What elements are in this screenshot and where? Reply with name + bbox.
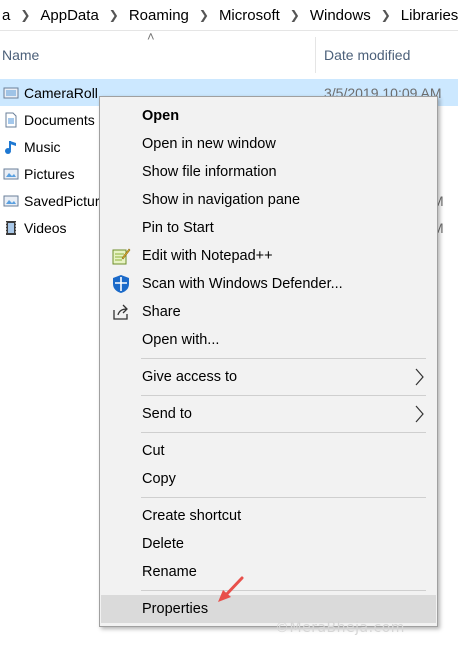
breadcrumb-item[interactable]: Microsoft xyxy=(217,7,282,24)
menu-item-label: Cut xyxy=(142,443,165,459)
breadcrumb-item[interactable]: Libraries xyxy=(399,7,458,24)
watermark: ©MeraBheja.com xyxy=(275,620,405,636)
breadcrumb: a ❯ AppData ❯ Roaming ❯ Microsoft ❯ Wind… xyxy=(0,0,458,31)
menu-item-send-to[interactable]: Send to xyxy=(101,400,436,428)
menu-item-label: Pin to Start xyxy=(142,220,214,236)
column-divider[interactable] xyxy=(315,37,316,73)
menu-item-label: Open with... xyxy=(142,332,220,348)
menu-item-properties[interactable]: Properties xyxy=(101,595,436,623)
share-icon xyxy=(111,302,131,322)
menu-item-copy[interactable]: Copy xyxy=(101,465,436,493)
notepadpp-icon xyxy=(111,246,131,266)
menu-item-label: Send to xyxy=(142,406,192,422)
menu-separator xyxy=(141,432,426,433)
menu-item-pin-to-start[interactable]: Pin to Start xyxy=(101,214,436,242)
file-name: Music xyxy=(24,138,61,155)
file-name: Videos xyxy=(24,219,67,236)
menu-item-label: Properties xyxy=(142,601,209,617)
chevron-right-icon[interactable]: ❯ xyxy=(282,8,308,22)
menu-item-share[interactable]: Share xyxy=(101,298,436,326)
menu-separator xyxy=(141,497,426,498)
file-name: CameraRoll xyxy=(24,84,98,101)
breadcrumb-item[interactable]: Windows xyxy=(308,7,373,24)
column-header-date-modified[interactable]: Date modified xyxy=(324,47,410,63)
menu-item-create-shortcut[interactable]: Create shortcut xyxy=(101,502,436,530)
chevron-right-icon xyxy=(414,405,424,427)
menu-item-label: Copy xyxy=(142,471,176,487)
file-name: Pictures xyxy=(24,165,75,182)
menu-item-show-in-navigation-pane[interactable]: Show in navigation pane xyxy=(101,186,436,214)
pictures-library-icon xyxy=(3,166,19,182)
windows-defender-shield-icon xyxy=(111,274,131,294)
chevron-right-icon[interactable]: ❯ xyxy=(12,8,38,22)
menu-item-label: Show file information xyxy=(142,164,277,180)
menu-item-scan-windows-defender[interactable]: Scan with Windows Defender... xyxy=(101,270,436,298)
chevron-right-icon[interactable]: ❯ xyxy=(191,8,217,22)
menu-item-label: Create shortcut xyxy=(142,508,242,524)
chevron-right-icon xyxy=(414,368,424,390)
menu-item-label: Show in navigation pane xyxy=(142,192,301,208)
menu-item-label: Give access to xyxy=(142,369,238,385)
camera-roll-library-icon xyxy=(3,85,19,101)
menu-separator xyxy=(141,395,426,396)
menu-item-open-new-window[interactable]: Open in new window xyxy=(101,130,436,158)
chevron-right-icon[interactable]: ❯ xyxy=(373,8,399,22)
breadcrumb-item[interactable]: a xyxy=(0,7,12,24)
videos-library-icon xyxy=(3,220,19,236)
chevron-right-icon[interactable]: ❯ xyxy=(101,8,127,22)
menu-item-delete[interactable]: Delete xyxy=(101,530,436,558)
music-library-icon xyxy=(3,139,19,155)
sort-ascending-icon: ˄ xyxy=(147,29,155,44)
context-menu: Open Open in new window Show file inform… xyxy=(99,96,438,627)
column-headers: ˄ Name Date modified xyxy=(0,29,458,77)
breadcrumb-item[interactable]: Roaming xyxy=(127,7,191,24)
menu-item-label: Edit with Notepad++ xyxy=(142,248,273,264)
menu-item-label: Scan with Windows Defender... xyxy=(142,276,343,292)
file-name: Documents xyxy=(24,111,95,128)
menu-item-show-file-information[interactable]: Show file information xyxy=(101,158,436,186)
menu-item-edit-notepadpp[interactable]: Edit with Notepad++ xyxy=(101,242,436,270)
menu-separator xyxy=(141,358,426,359)
menu-item-label: Delete xyxy=(142,536,184,552)
menu-item-cut[interactable]: Cut xyxy=(101,437,436,465)
menu-item-label: Share xyxy=(142,304,181,320)
breadcrumb-item[interactable]: AppData xyxy=(38,7,100,24)
saved-pictures-library-icon xyxy=(3,193,19,209)
annotation-arrow-icon xyxy=(218,576,244,602)
menu-item-label: Open xyxy=(142,108,180,124)
documents-library-icon xyxy=(3,112,19,128)
menu-item-give-access-to[interactable]: Give access to xyxy=(101,363,436,391)
menu-separator xyxy=(141,590,426,591)
menu-item-open[interactable]: Open xyxy=(101,102,436,130)
menu-item-rename[interactable]: Rename xyxy=(101,558,436,586)
menu-item-label: Open in new window xyxy=(142,136,276,152)
menu-item-open-with[interactable]: Open with... xyxy=(101,326,436,354)
file-name: SavedPictur xyxy=(24,192,100,209)
column-header-name[interactable]: Name xyxy=(2,47,39,63)
menu-item-label: Rename xyxy=(142,564,197,580)
